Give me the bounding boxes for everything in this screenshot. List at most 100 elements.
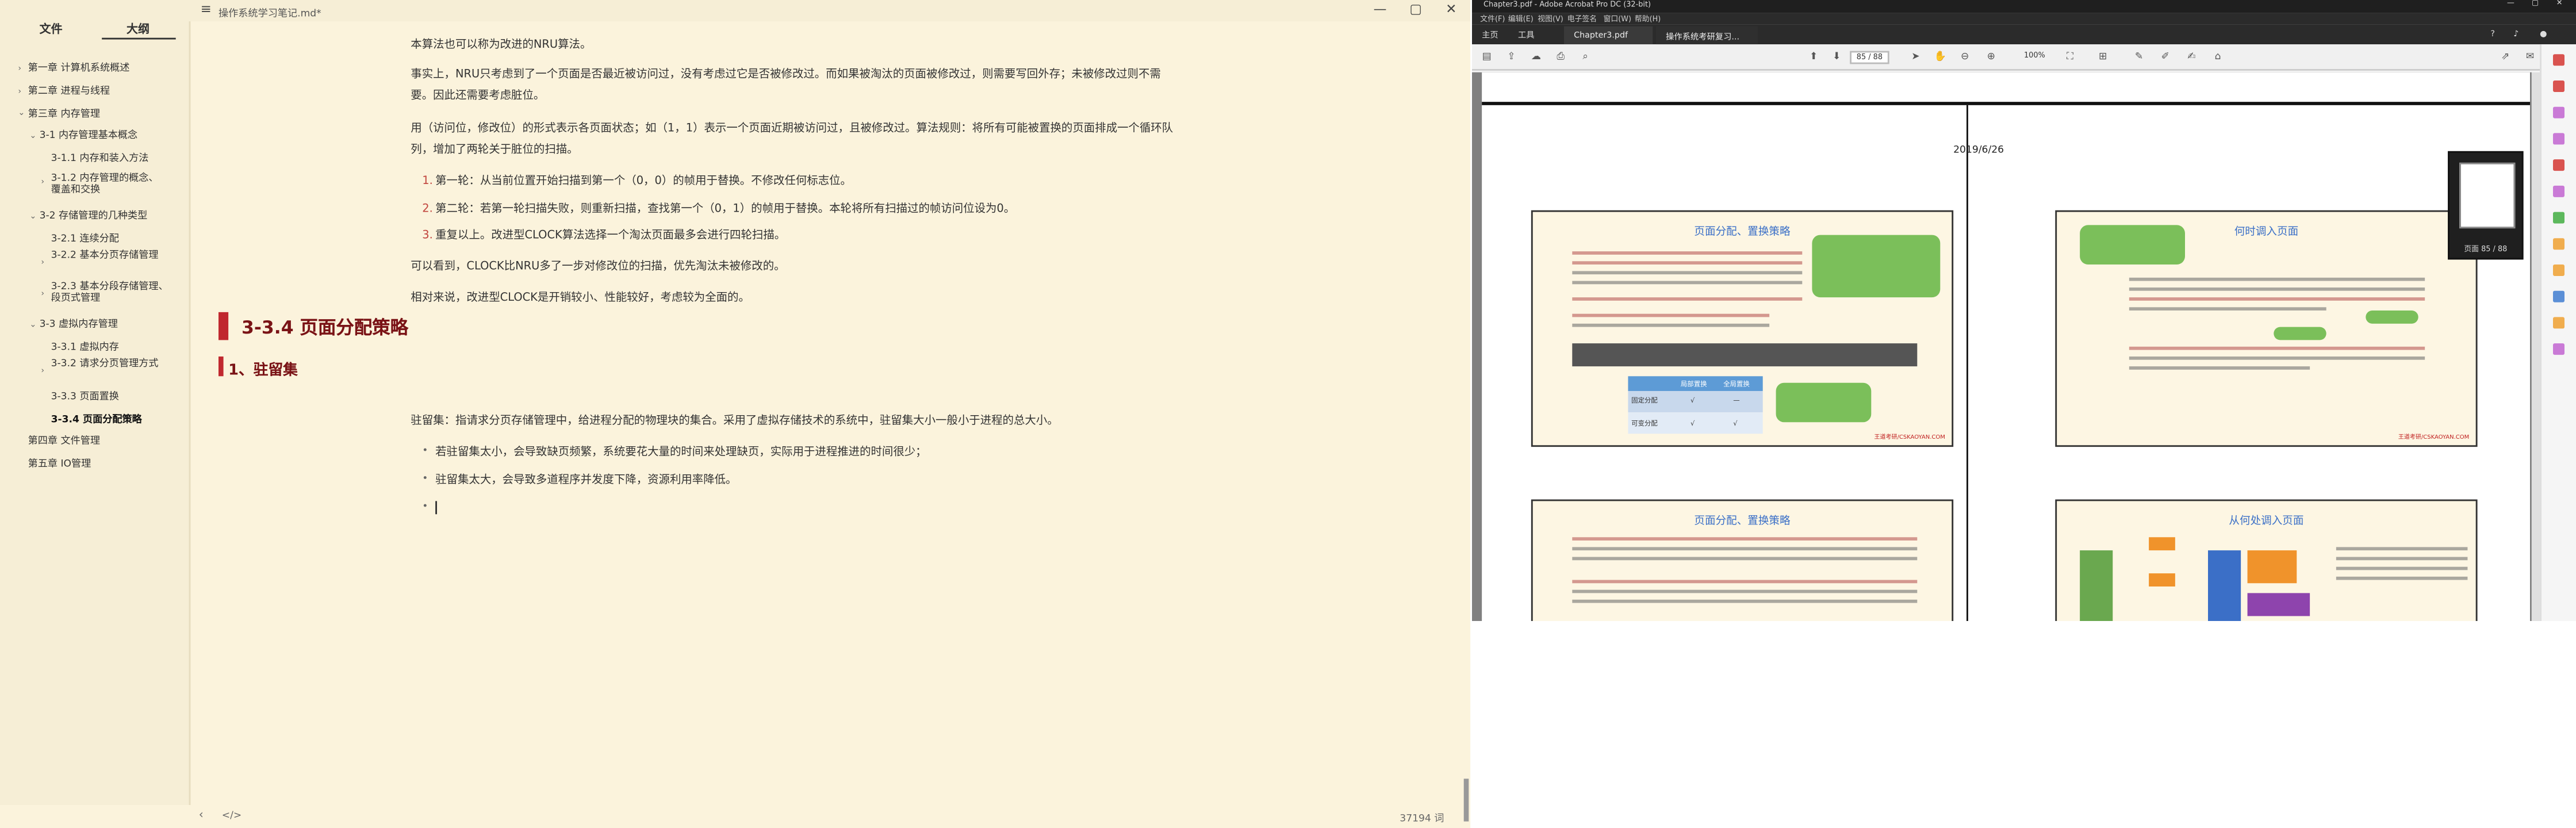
word-count[interactable]: 37194 词 (1400, 810, 1444, 825)
tool-icon[interactable]: ⊞ (2096, 51, 2110, 64)
menu-esign[interactable]: 电子签名 (1567, 15, 1597, 25)
print-icon[interactable]: ⎙ (1554, 51, 1567, 64)
outline-item[interactable]: 第一章 计算机系统概述 (28, 63, 130, 74)
outline-item[interactable]: 第五章 IO管理 (28, 458, 91, 470)
page-down-icon[interactable]: ⬇ (1830, 51, 1843, 64)
outline-item[interactable]: 3-3.1 虚拟内存 (51, 342, 119, 353)
tab-home[interactable]: 主页 (1482, 29, 1498, 41)
menu-view[interactable]: 视图(V) (1538, 15, 1563, 25)
help-icon[interactable]: ? (2490, 29, 2495, 39)
share-icon[interactable]: ⇗ (2499, 51, 2512, 64)
chevron-right-icon[interactable]: › (41, 366, 44, 378)
chevron-down-icon[interactable]: ⌄ (29, 320, 36, 332)
upload-icon[interactable]: ⇪ (1505, 51, 1518, 64)
menu-edit[interactable]: 编辑(E) (1508, 15, 1534, 25)
avatar[interactable]: ● (2540, 29, 2547, 39)
hand-icon[interactable]: ✋ (1934, 51, 1947, 64)
chevron-right-icon[interactable]: › (18, 87, 21, 98)
outline-item[interactable]: 第四章 文件管理 (28, 435, 100, 447)
edit-pdf-icon[interactable] (2553, 106, 2564, 118)
outline-item[interactable]: 3-2.2 基本分页存储管理 (51, 250, 172, 261)
pdf-scrollbar[interactable] (2531, 72, 2540, 621)
outline-item[interactable]: 3-1 内存管理基本概念 (40, 130, 138, 141)
callout (2080, 225, 2185, 264)
chevron-down-icon[interactable]: ⌄ (18, 109, 25, 120)
fit-page-icon[interactable]: ⛶ (2064, 51, 2077, 64)
chevron-down-icon[interactable]: ⌄ (29, 132, 36, 143)
file-tab-os-review[interactable]: 操作系统考研复习... (1656, 26, 1758, 45)
export-pdf-icon[interactable] (2553, 54, 2564, 66)
page-number-input[interactable]: 85 / 88 (1850, 51, 1889, 64)
scan-icon[interactable] (2553, 264, 2564, 276)
table-header: 局部置换 (1680, 379, 1707, 388)
outline-item[interactable]: 3-3 虚拟内存管理 (40, 319, 118, 330)
maximize-button[interactable]: ▢ (2532, 0, 2539, 8)
organize-pages-icon[interactable] (2553, 133, 2564, 145)
callout (2274, 327, 2326, 340)
outline-item-active[interactable]: 3-3.4 页面分配策略 (51, 414, 142, 425)
search-icon[interactable]: ⌕ (1579, 51, 1592, 64)
close-button[interactable]: ✕ (1446, 2, 1456, 17)
combine-icon[interactable] (2553, 159, 2564, 171)
comment-icon[interactable]: ✎ (2133, 51, 2146, 64)
heading-accent-bar (218, 312, 229, 340)
protect-icon[interactable] (2553, 290, 2564, 302)
sign-icon[interactable]: ✍ (2185, 51, 2198, 64)
highlight-icon[interactable]: ✐ (2159, 51, 2172, 64)
thumbnail-page[interactable] (2459, 162, 2516, 229)
zoom-in-icon[interactable]: ⊕ (1984, 51, 1998, 64)
file-tab-chapter3[interactable]: Chapter3.pdf (1564, 26, 1653, 45)
bell-icon[interactable]: ♪ (2513, 29, 2518, 39)
chevron-right-icon[interactable]: › (18, 64, 21, 75)
menu-help[interactable]: 帮助(H) (1635, 15, 1661, 25)
paragraph: 可以看到，CLOCK比NRU多了一步对修改位的扫描，优先淘汰未被修改的。 (411, 259, 785, 273)
page-thumbnail-popup[interactable]: 页面 85 / 88 (2448, 151, 2524, 260)
fill-sign-icon[interactable] (2553, 185, 2564, 197)
send-icon[interactable] (2553, 212, 2564, 224)
minimize-button[interactable]: — (1374, 2, 1387, 17)
outline-item[interactable]: 3-3.3 页面置换 (51, 391, 119, 402)
select-cursor-icon[interactable]: ➤ (1909, 51, 1922, 64)
markdown-editor[interactable]: 本算法也可以称为改进的NRU算法。 事实上，NRU只考虑到了一个页面是否最近被访… (192, 21, 1467, 805)
minimize-button[interactable]: — (2507, 0, 2514, 8)
outline-item[interactable]: 第三章 内存管理 (28, 109, 100, 120)
source-code-toggle[interactable]: </> (222, 810, 242, 822)
maximize-button[interactable]: ▢ (1409, 2, 1422, 17)
menu-file[interactable]: 文件(F) (1480, 15, 1505, 25)
mail-icon[interactable]: ✉ (2524, 51, 2537, 64)
page-up-icon[interactable]: ⬆ (1807, 51, 1820, 64)
pdf-viewer[interactable]: 2019/6/26 页面分配、置换策略 局部置换 全局置换 固定分配 √ — 可… (1472, 72, 2532, 621)
chevron-right-icon[interactable]: › (41, 289, 44, 301)
table-cell: √ (1690, 396, 1695, 404)
outline-item[interactable]: 3-2.1 连续分配 (51, 233, 119, 245)
outline-item[interactable]: 3-1.2 内存管理的概念、覆盖和交换 (51, 172, 166, 195)
chevron-right-icon[interactable]: › (41, 258, 44, 270)
close-button[interactable]: ✕ (2556, 0, 2563, 8)
tab-tools[interactable]: 工具 (1518, 29, 1535, 41)
more-tools-icon[interactable] (2553, 343, 2564, 355)
tab-files[interactable]: 文件 (40, 21, 63, 38)
slide-copyright: 王道考研/CSKAOYAN.COM (1874, 434, 1945, 440)
chevron-left-icon[interactable]: ‹ (199, 808, 204, 822)
tag-icon[interactable]: ⌂ (2211, 51, 2225, 64)
cloud-icon[interactable]: ☁ (1529, 51, 1543, 64)
zoom-out-icon[interactable]: ⊖ (1958, 51, 1972, 64)
stamp-icon[interactable] (2553, 317, 2564, 329)
outline-item[interactable]: 3-1.1 内存和装入方法 (51, 153, 179, 164)
outline-item[interactable]: 第二章 进程与线程 (28, 86, 110, 97)
hamburger-icon[interactable]: ≡ (201, 2, 212, 17)
save-icon[interactable]: ▤ (1480, 51, 1493, 64)
menu-window[interactable]: 窗口(W) (1604, 15, 1631, 25)
tab-outline[interactable]: 大纲 (126, 21, 150, 38)
slide-copyright: 王道考研/CSKAOYAN.COM (2398, 434, 2470, 440)
slide-1: 页面分配、置换策略 局部置换 全局置换 固定分配 √ — 可变分配 √ √ 王道… (1531, 210, 1954, 447)
zoom-select[interactable]: 100% (2024, 51, 2057, 64)
outline-item[interactable]: 3-3.2 请求分页管理方式 (51, 358, 176, 370)
outline-item[interactable]: 3-2.3 基本分段存储管理、段页式管理 (51, 281, 172, 304)
chevron-down-icon[interactable]: ⌄ (29, 212, 36, 224)
outline-item[interactable]: 3-2 存储管理的几种类型 (40, 210, 148, 222)
chevron-right-icon[interactable]: › (41, 178, 44, 189)
create-pdf-icon[interactable] (2553, 80, 2564, 92)
comment-tool-icon[interactable] (2553, 238, 2564, 250)
pdf-page: 2019/6/26 页面分配、置换策略 局部置换 全局置换 固定分配 √ — 可… (1482, 72, 2530, 621)
